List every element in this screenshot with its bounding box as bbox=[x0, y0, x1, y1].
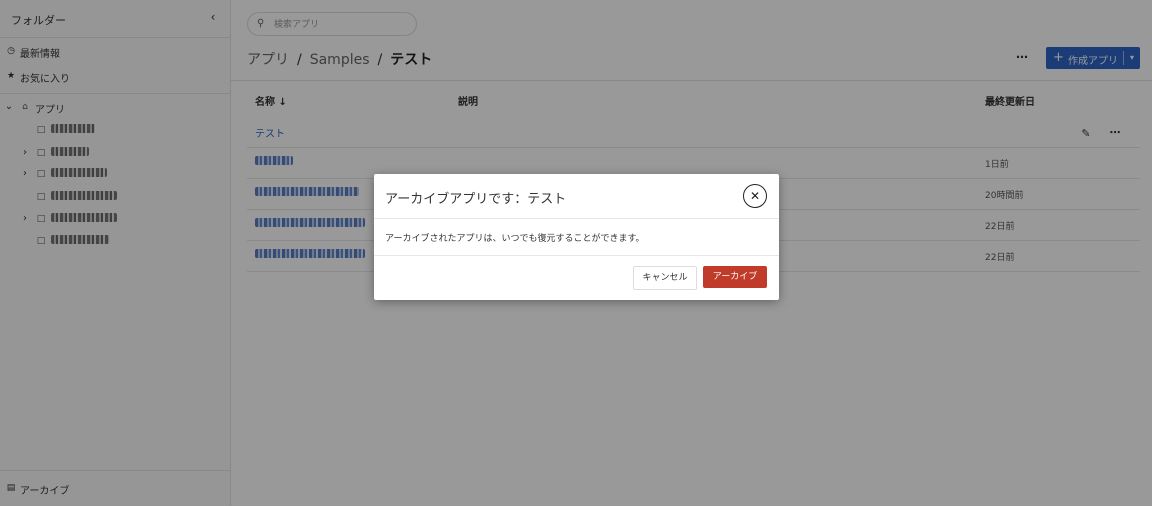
dialog-message: アーカイブされたアプリは、いつでも復元することができます。 bbox=[385, 234, 645, 244]
dialog-title: アーカイブアプリです：テスト bbox=[385, 192, 567, 207]
dialog-divider bbox=[374, 255, 779, 256]
archive-dialog: アーカイブアプリです：テスト ✕ アーカイブされたアプリは、いつでも復元すること… bbox=[374, 174, 779, 300]
close-icon[interactable]: ✕ bbox=[743, 184, 767, 208]
cancel-button[interactable]: キャンセル bbox=[633, 266, 697, 290]
dialog-divider bbox=[374, 218, 779, 219]
archive-button[interactable]: アーカイブ bbox=[703, 266, 767, 288]
